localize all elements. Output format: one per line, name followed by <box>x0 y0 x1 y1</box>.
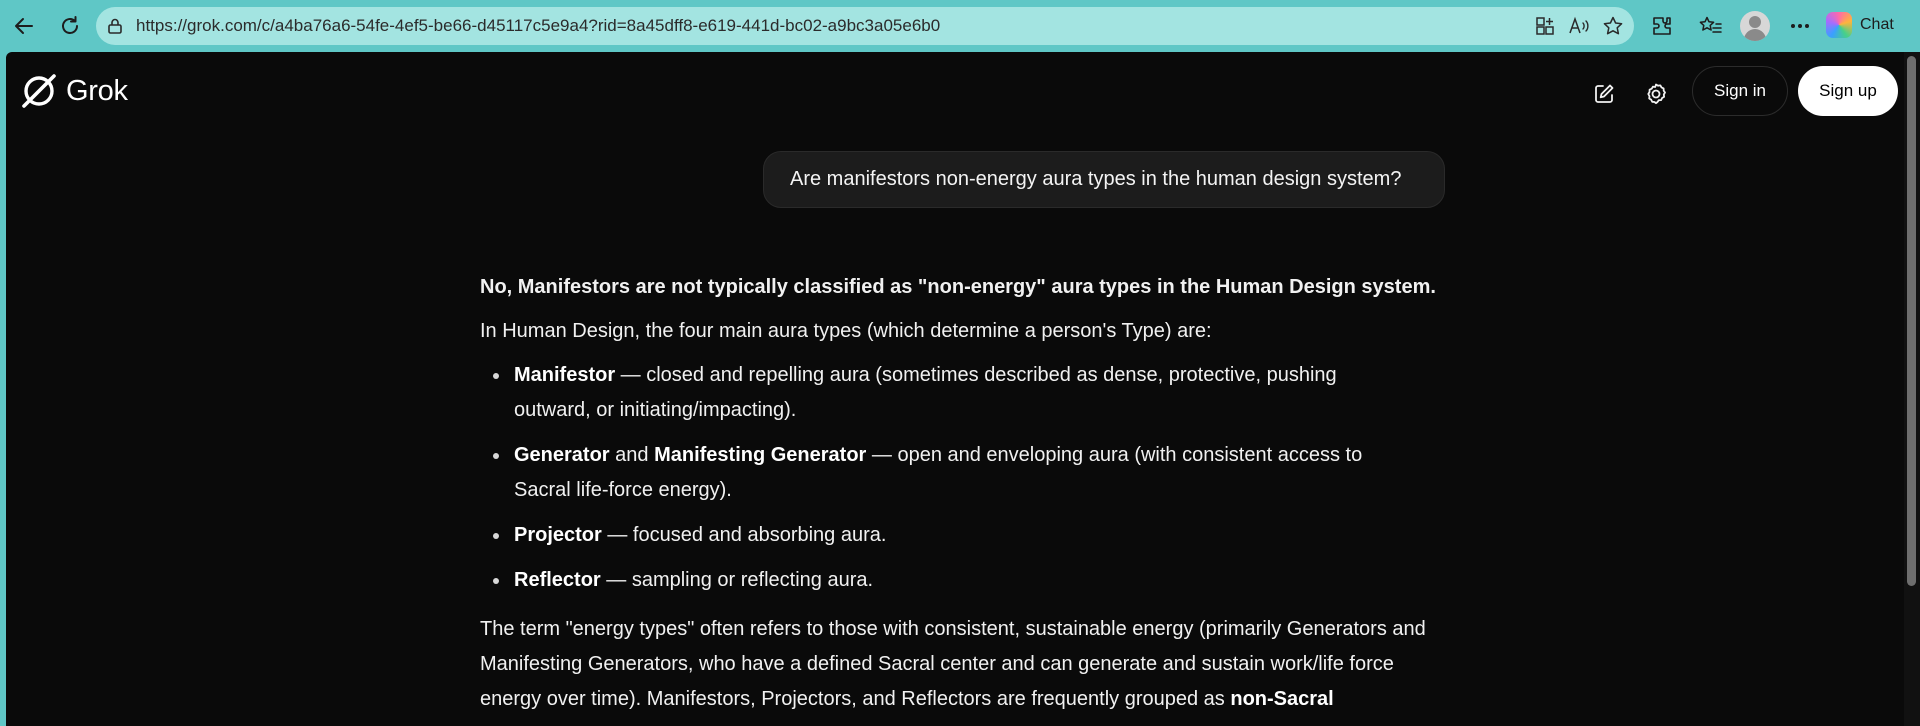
user-message-bubble: Are manifestors non-energy aura types in… <box>763 151 1445 208</box>
item-term: Manifestor <box>514 364 616 386</box>
item-description: — closed and repelling aura (sometimes d… <box>514 364 1337 421</box>
item-connector: and <box>609 444 655 466</box>
item-term: Projector <box>514 524 602 546</box>
lock-icon[interactable] <box>104 15 126 37</box>
item-term-secondary: Manifesting Generator <box>654 444 867 466</box>
more-icon[interactable] <box>1784 10 1816 42</box>
item-term: Generator <box>514 444 610 466</box>
item-term: Reflector <box>514 569 601 591</box>
read-aloud-icon[interactable] <box>1566 13 1592 39</box>
grok-page: Grok Sign in Sign up Are manifestors non… <box>6 52 1904 726</box>
favorites-icon[interactable] <box>1695 10 1727 42</box>
sign-up-button[interactable]: Sign up <box>1798 66 1898 116</box>
chat-label: Chat <box>1860 16 1894 33</box>
item-description: — focused and absorbing aura. <box>601 524 887 546</box>
address-bar[interactable]: https://grok.com/c/a4ba76a6-54fe-4ef5-be… <box>96 7 1634 45</box>
list-item: Projector — focused and absorbing aura. <box>480 518 1394 553</box>
scrollbar-thumb[interactable] <box>1907 56 1916 586</box>
back-icon[interactable] <box>8 10 40 42</box>
response-intro: In Human Design, the four main aura type… <box>480 320 1212 342</box>
new-chat-icon[interactable] <box>1586 76 1622 112</box>
user-message-text: Are manifestors non-energy aura types in… <box>790 168 1402 190</box>
assistant-response: No, Manifestors are not typically classi… <box>480 270 1450 717</box>
sign-in-button[interactable]: Sign in <box>1692 66 1788 116</box>
url-text: https://grok.com/c/a4ba76a6-54fe-4ef5-be… <box>136 16 941 35</box>
copilot-chat-button[interactable]: Chat <box>1826 8 1894 42</box>
list-item: Generator and Manifesting Generator — op… <box>480 438 1394 508</box>
profile-icon[interactable] <box>1740 11 1770 41</box>
list-item: Manifestor — closed and repelling aura (… <box>480 358 1394 428</box>
response-lead: No, Manifestors are not typically classi… <box>480 276 1436 298</box>
grok-logo-icon <box>22 74 56 108</box>
list-item: Reflector — sampling or reflecting aura. <box>480 563 1394 598</box>
aura-type-list: Manifestor — closed and repelling aura (… <box>480 358 1450 598</box>
refresh-icon[interactable] <box>54 10 86 42</box>
paragraph-bold: non-Sacral <box>1230 688 1334 710</box>
grok-logo[interactable]: Grok <box>20 72 128 110</box>
app-view-icon[interactable] <box>1532 13 1558 39</box>
logo-text: Grok <box>66 74 128 107</box>
copilot-icon <box>1826 12 1852 38</box>
extensions-icon[interactable] <box>1646 10 1678 42</box>
settings-icon[interactable] <box>1638 76 1674 112</box>
response-paragraph: The term "energy types" often refers to … <box>480 612 1450 717</box>
item-description: — sampling or reflecting aura. <box>600 569 874 591</box>
favorite-star-icon[interactable] <box>1600 13 1626 39</box>
